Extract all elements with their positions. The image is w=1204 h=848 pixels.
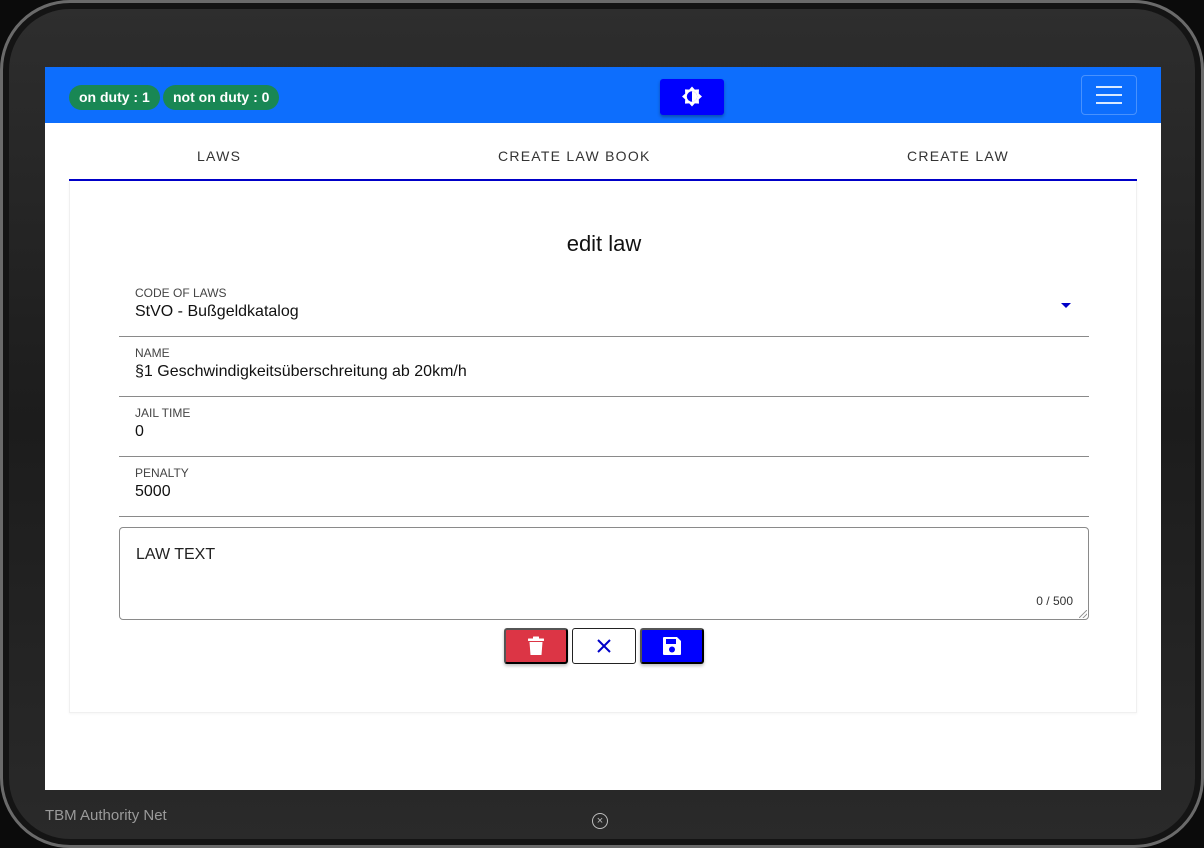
tab-bar: LAWS CREATE LAW BOOK CREATE LAW [69,123,1137,181]
close-circle-icon[interactable]: × [592,813,608,829]
tab-create-law-book[interactable]: CREATE LAW BOOK [498,123,651,179]
tablet-frame: on duty : 1 not on duty : 0 LAWS CREATE … [0,0,1204,848]
theme-toggle-button[interactable] [660,79,724,115]
on-duty-badge: on duty : 1 [69,85,160,110]
name-label: NAME [135,346,170,360]
name-field[interactable]: NAME §1 Geschwindigkeitsüberschreitung a… [119,337,1089,397]
hamburger-icon [1096,86,1122,88]
caret-down-icon[interactable] [1061,303,1071,308]
app-screen: on duty : 1 not on duty : 0 LAWS CREATE … [45,67,1161,790]
jail-time-value[interactable]: 0 [135,423,144,441]
law-text-placeholder: LAW TEXT [136,546,216,563]
code-of-laws-value: StVO - Bußgeldkatalog [135,303,299,320]
tab-create-law[interactable]: CREATE LAW [907,123,1009,179]
character-counter: 0 / 500 [1036,594,1073,608]
cancel-button[interactable] [572,628,636,664]
floppy-disk-icon [663,637,681,655]
code-of-laws-select[interactable]: CODE OF LAWS StVO - Bußgeldkatalog [119,277,1089,337]
top-navbar: on duty : 1 not on duty : 0 [45,67,1161,123]
name-value[interactable]: §1 Geschwindigkeitsüberschreitung ab 20k… [135,363,467,381]
law-text-textarea[interactable]: LAW TEXT 0 / 500 [119,527,1089,620]
code-of-laws-label: CODE OF LAWS [135,286,227,300]
app-name-footer: TBM Authority Net [45,807,167,824]
penalty-value[interactable]: 5000 [135,483,171,501]
brightness-icon [682,86,702,107]
menu-toggle-button[interactable] [1081,75,1137,115]
page-title: edit law [566,231,642,256]
delete-button[interactable] [504,628,568,664]
resize-handle[interactable] [1079,610,1087,618]
not-on-duty-badge: not on duty : 0 [163,85,280,110]
penalty-field[interactable]: PENALTY 5000 [119,457,1089,517]
trash-icon [528,636,544,655]
jail-time-label: JAIL TIME [135,406,191,420]
penalty-label: PENALTY [135,466,189,480]
jail-time-field[interactable]: JAIL TIME 0 [119,397,1089,457]
tab-laws[interactable]: LAWS [197,123,241,179]
edit-law-card: edit law CODE OF LAWS StVO - Bußgeldkata… [69,181,1137,713]
close-icon [597,639,611,653]
save-button[interactable] [640,628,704,664]
